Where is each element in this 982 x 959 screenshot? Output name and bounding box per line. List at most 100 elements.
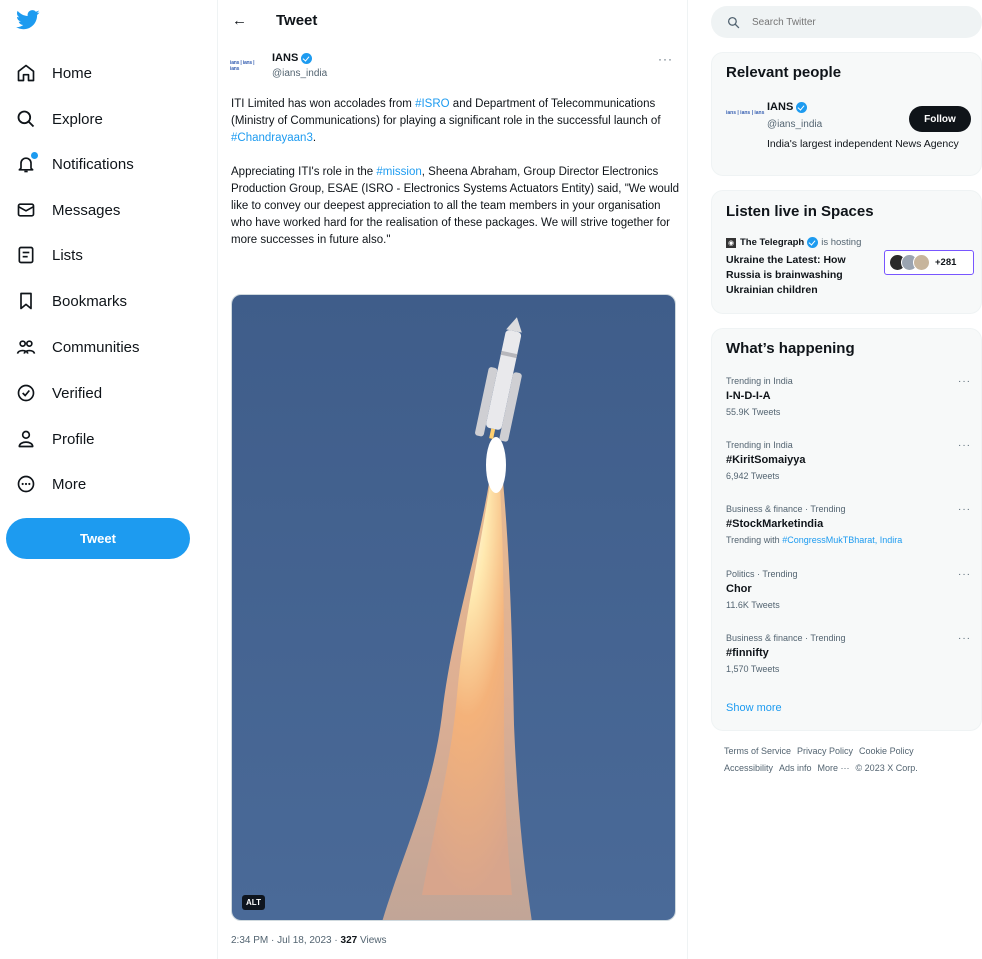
trend-more-options-icon[interactable]: ··· (958, 376, 971, 387)
trend-item[interactable]: Business & finance · Trending #finnifty 1,… (726, 633, 971, 687)
back-arrow-icon[interactable]: ← (232, 12, 247, 29)
trend-with-label: Trending with (726, 535, 783, 545)
nav-item-bookmarks[interactable]: Bookmarks (16, 286, 127, 316)
tweet-more-options-icon[interactable]: ··· (658, 52, 673, 66)
trend-name: #finnifty (726, 647, 769, 659)
trend-more-options-icon[interactable]: ··· (958, 440, 971, 451)
nav-item-messages[interactable]: Messages (16, 195, 120, 225)
person-icon (16, 429, 36, 449)
author-name[interactable]: IANS (272, 52, 313, 64)
trend-count: 55.9K Tweets (726, 407, 781, 417)
nav-item-label: Communities (52, 338, 140, 356)
show-more-link[interactable]: Show more (726, 702, 782, 714)
hashtag-link[interactable]: #mission (376, 166, 421, 178)
footer-link[interactable]: © 2023 X Corp. (856, 763, 918, 773)
relevant-people-card: Relevant people ians | ians | ians IANS … (711, 52, 982, 176)
footer-link[interactable]: Ads info (779, 763, 812, 773)
tweet-text-segment: ITI Limited has won accolades from (231, 98, 416, 110)
trend-name: Chor (726, 583, 752, 595)
trend-count: 6,942 Tweets (726, 471, 780, 481)
search-input[interactable] (752, 16, 952, 28)
footer-link[interactable]: Cookie Policy (859, 746, 914, 756)
author-avatar[interactable]: ians | ians | ians (230, 56, 262, 76)
twitter-bird-logo-icon[interactable] (16, 10, 40, 30)
nav-item-notifications[interactable]: Notifications (16, 149, 134, 179)
tweet-text-segment: , Sheena Abraham, Group Director Electro… (231, 166, 680, 246)
nav-item-verified[interactable]: Verified (16, 378, 102, 408)
space-listeners[interactable]: +281 (884, 250, 974, 275)
tweet-paragraph: ITI Limited has won accolades from #ISRO… (231, 96, 681, 147)
bookmark-icon (16, 291, 36, 311)
footer-link[interactable]: Terms of Service (724, 746, 791, 756)
spaces-card: Listen live in Spaces ◉ The Telegraph is… (711, 190, 982, 314)
notification-badge (30, 151, 39, 160)
nav-item-label: Messages (52, 201, 121, 219)
tweet-text: ITI Limited has won accolades from #ISRO… (231, 96, 681, 266)
footer-links: Terms of Service Privacy Policy Cookie Pol… (724, 743, 982, 777)
trend-meta: Trending in India (726, 376, 793, 386)
trend-item[interactable]: Business & finance · Trending #StockMarke… (726, 504, 971, 558)
trend-more-options-icon[interactable]: ··· (958, 633, 971, 644)
more-circle-icon (16, 474, 36, 494)
nav-item-label: More (52, 475, 87, 493)
tweet-media-image[interactable]: ALT (231, 294, 676, 921)
hashtag-link[interactable]: #Chandrayaan3 (231, 132, 313, 144)
nav-item-label: Bookmarks (52, 292, 128, 310)
nav-item-explore[interactable]: Explore (16, 104, 103, 134)
nav-item-communities[interactable]: Communities (16, 332, 140, 362)
spaces-title: Listen live in Spaces (726, 203, 874, 220)
author-name-text: IANS (272, 52, 299, 64)
trend-more-options-icon[interactable]: ··· (958, 504, 971, 515)
nav-item-home[interactable]: Home (16, 58, 92, 88)
trend-meta: Business & finance · Trending (726, 633, 846, 643)
footer-link[interactable]: Accessibility (724, 763, 773, 773)
relevant-people-title: Relevant people (726, 64, 842, 81)
verified-badge-icon (796, 101, 808, 113)
trend-name: #KiritSomaiyya (726, 454, 806, 466)
nav-item-profile[interactable]: Profile (16, 424, 95, 454)
tweet-timestamp[interactable]: 2:34 PM · Jul 18, 2023 · 327 Views (231, 935, 386, 946)
footer-link[interactable]: More ··· (818, 763, 850, 773)
telegraph-logo-icon: ◉ (726, 237, 736, 248)
relevant-person-handle[interactable]: @ians_india (767, 119, 822, 130)
trend-count: 11.6K Tweets (726, 600, 780, 610)
relevant-person-name[interactable]: IANS (767, 101, 808, 113)
space-host-name: The Telegraph (740, 237, 805, 248)
space-listener-count: +281 (935, 257, 957, 268)
trend-item[interactable]: Politics · Trending Chor 11.6K Tweets ··· (726, 569, 971, 623)
people-icon (16, 337, 36, 357)
tweet-text-segment: Appreciating ITI's role in the (231, 166, 377, 178)
search-icon (727, 16, 740, 28)
whats-happening-title: What’s happening (726, 340, 855, 357)
search-box[interactable] (711, 6, 982, 38)
verified-badge-icon (807, 237, 819, 248)
follow-button[interactable]: Follow (909, 106, 971, 132)
rocket-launch-image (232, 295, 675, 920)
nav-item-lists[interactable]: Lists (16, 240, 83, 270)
bell-icon (16, 151, 39, 174)
nav-item-label: Verified (52, 384, 103, 402)
space-title[interactable]: Ukraine the Latest: How Russia is brainw… (726, 253, 874, 298)
author-handle[interactable]: @ians_india (272, 68, 327, 79)
trend-related-links[interactable]: #CongressMukTBharat, Indira (782, 535, 902, 545)
tweet-detail-column: ← Tweet ians | ians | ians IANS @ians_in… (217, 0, 688, 959)
space-host[interactable]: ◉ The Telegraph is hosting (726, 237, 861, 248)
footer-link[interactable]: Privacy Policy (797, 746, 853, 756)
list-icon (16, 245, 36, 265)
right-sidebar: Relevant people ians | ians | ians IANS … (711, 0, 982, 959)
tweet-text-segment: . (312, 132, 317, 144)
trend-item[interactable]: Trending in India I-N-D-I-A 55.9K Tweets ··… (726, 376, 971, 430)
trend-meta: Business & finance · Trending (726, 504, 846, 514)
alt-text-badge[interactable]: ALT (242, 895, 265, 910)
relevant-person-name-text: IANS (767, 101, 794, 113)
trend-name: I-N-D-I-A (726, 390, 771, 402)
trend-item[interactable]: Trending in India #KiritSomaiyya 6,942 Twe… (726, 440, 971, 494)
trend-more-options-icon[interactable]: ··· (958, 569, 971, 580)
tweet-compose-button[interactable]: Tweet (6, 518, 190, 559)
tweet-header: ← Tweet (218, 0, 687, 42)
relevant-person-avatar[interactable]: ians | ians | ians (726, 110, 764, 116)
nav-item-more[interactable]: More (16, 469, 86, 499)
hashtag-link[interactable]: #ISRO (415, 98, 450, 110)
nav-item-label: Notifications (52, 155, 134, 173)
space-hosting-label: is hosting (821, 237, 862, 248)
